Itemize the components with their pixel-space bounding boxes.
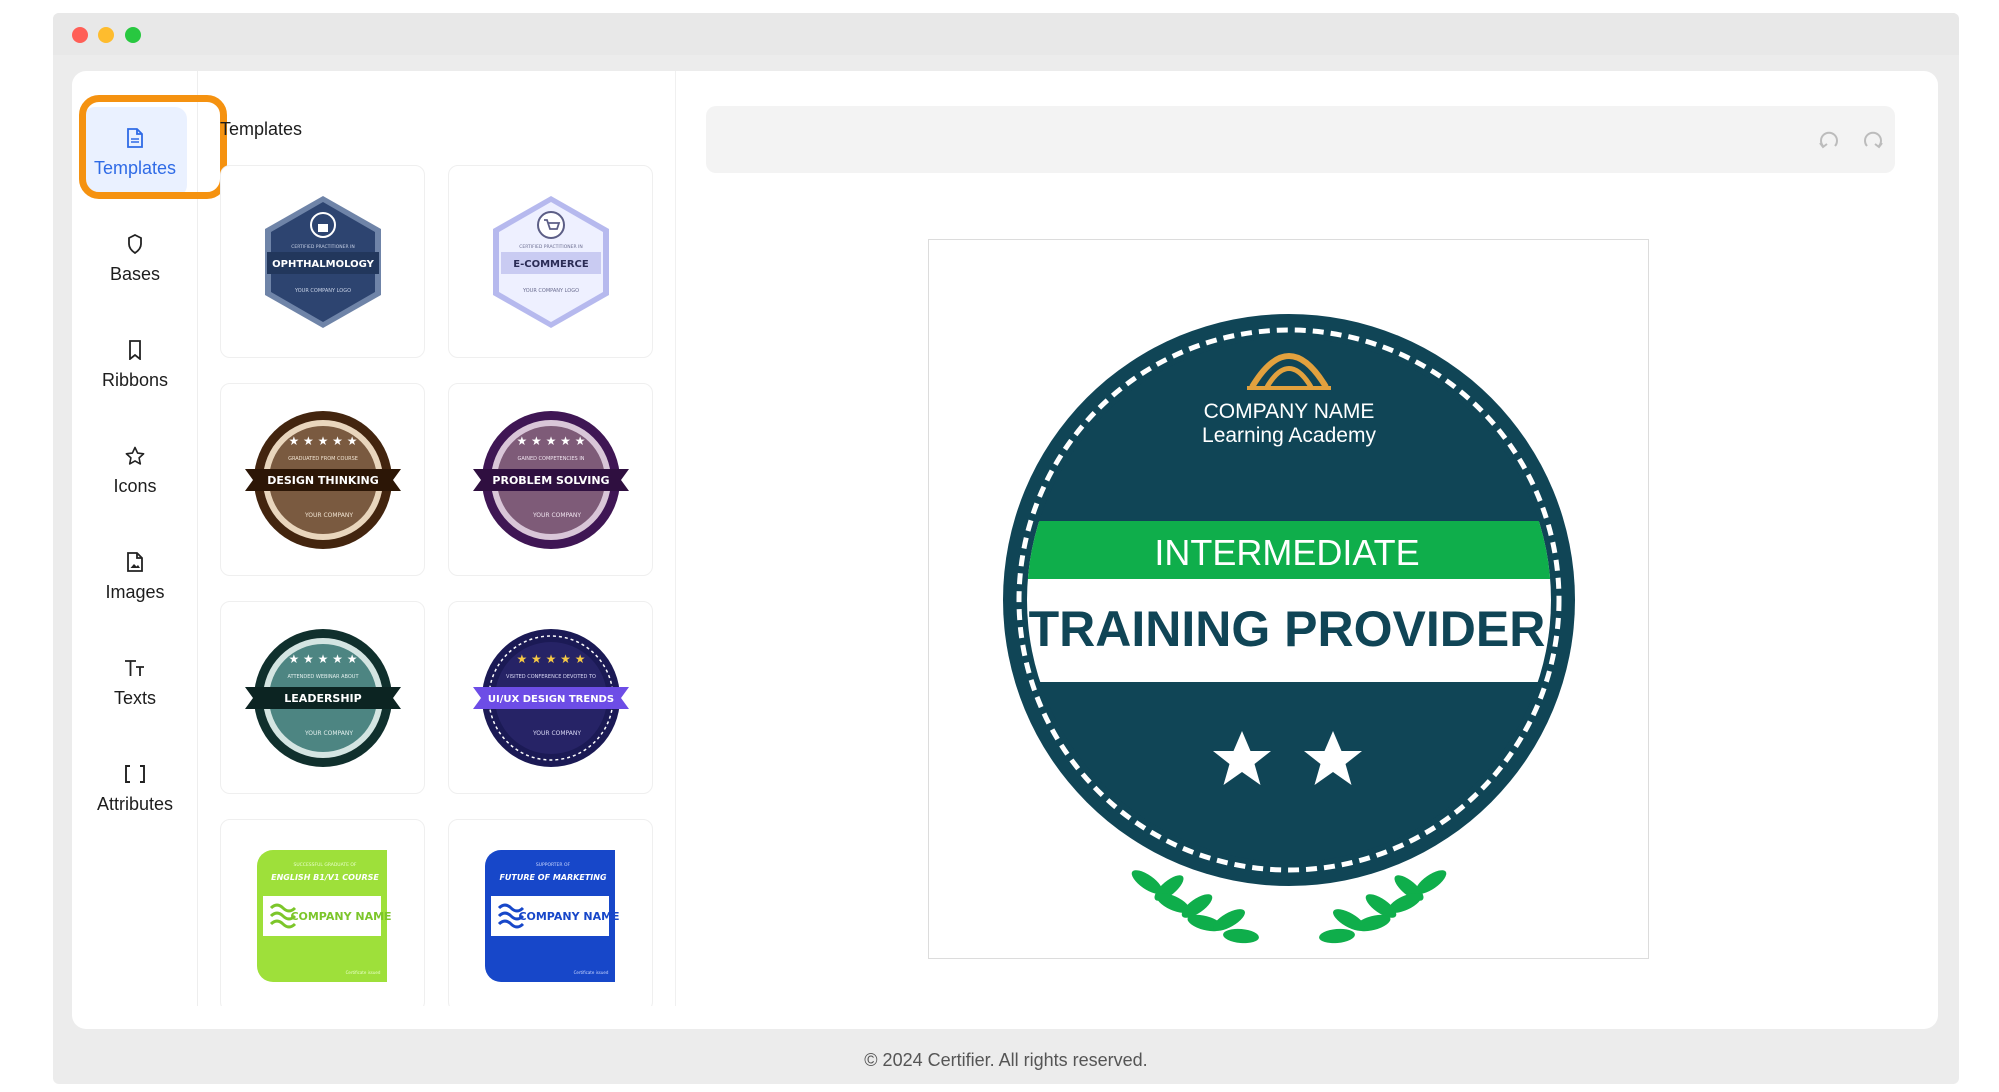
svg-text:YOUR COMPANY: YOUR COMPANY — [531, 512, 580, 519]
sidebar-item-label: Images — [105, 581, 165, 602]
template-card-uiux-design-trends[interactable]: ★ ★ ★ ★ ★ VISITED CONFERENCE DEVOTED TO … — [448, 601, 653, 794]
footer-copyright: © 2024 Certifier. All rights reserved. — [864, 1050, 1148, 1070]
badge-thumbnail: SUPPORTER OF FUTURE OF MARKETING COMPANY… — [484, 849, 619, 982]
undo-icon — [1819, 131, 1838, 149]
svg-text:★ ★ ★ ★ ★: ★ ★ ★ ★ ★ — [288, 652, 357, 666]
svg-text:DESIGN THINKING: DESIGN THINKING — [267, 474, 379, 487]
svg-text:SUPPORTER OF: SUPPORTER OF — [535, 862, 570, 868]
svg-text:★ ★ ★ ★ ★: ★ ★ ★ ★ ★ — [516, 434, 585, 448]
badge-company[interactable]: COMPANY NAME — [1204, 400, 1375, 423]
badge-thumbnail: ★ ★ ★ ★ ★ GRADUATED FROM COURSE DESIGN T… — [244, 410, 401, 549]
badge-thumbnail: CERTIFIED PRACTITIONER IN OPHTHALMOLOGY … — [264, 195, 381, 328]
sidebar-item-label: Icons — [113, 475, 157, 496]
svg-text:UI/UX DESIGN TRENDS: UI/UX DESIGN TRENDS — [487, 694, 613, 705]
svg-text:Certificate issued: Certificate issued — [573, 970, 608, 975]
sidebar-item-label: Attributes — [96, 793, 174, 814]
sidebar-item-bases[interactable]: Bases — [83, 213, 187, 303]
sidebar-item-label: Texts — [113, 687, 156, 708]
template-card-ophthalmology[interactable]: CERTIFIED PRACTITIONER IN OPHTHALMOLOGY … — [220, 165, 425, 358]
bookmark-icon — [123, 338, 147, 362]
text-icon — [123, 656, 147, 680]
sidebar-item-icons[interactable]: Icons — [83, 425, 187, 515]
close-window-button[interactable] — [72, 27, 88, 43]
badge-thumbnail: ★ ★ ★ ★ ★ GAINED COMPETENCIES IN PROBLEM… — [472, 410, 629, 549]
svg-text:VISITED CONFERENCE DEVOTED TO: VISITED CONFERENCE DEVOTED TO — [506, 674, 596, 680]
badge-thumbnail: SUCCESSFUL GRADUATE OF ENGLISH B1/V1 COU… — [256, 849, 391, 982]
sidebar-item-texts[interactable]: Texts — [83, 637, 187, 727]
canvas-area: COMPANY NAME Learning Academy INTERMEDIA… — [676, 71, 1938, 1029]
svg-text:SUCCESSFUL GRADUATE OF: SUCCESSFUL GRADUATE OF — [293, 862, 356, 868]
star-icon — [123, 444, 147, 468]
sidebar-item-label: Templates — [93, 157, 177, 178]
template-card-leadership[interactable]: ★ ★ ★ ★ ★ ATTENDED WEBINAR ABOUT LEADERS… — [220, 601, 425, 794]
badge-academy[interactable]: Learning Academy — [1202, 424, 1376, 447]
template-card-ecommerce[interactable]: CERTIFIED PRACTITIONER IN E-COMMERCE YOU… — [448, 165, 653, 358]
svg-text:CERTIFIED PRACTITIONER IN: CERTIFIED PRACTITIONER IN — [519, 244, 582, 250]
svg-text:E-COMMERCE: E-COMMERCE — [513, 259, 589, 270]
svg-text:CERTIFIED PRACTITIONER IN: CERTIFIED PRACTITIONER IN — [291, 244, 354, 250]
svg-text:GRADUATED FROM COURSE: GRADUATED FROM COURSE — [288, 456, 358, 462]
svg-text:GAINED COMPETENCIES IN: GAINED COMPETENCIES IN — [517, 456, 584, 462]
svg-text:YOUR COMPANY: YOUR COMPANY — [303, 730, 352, 737]
panel-title: Templates — [220, 119, 303, 139]
template-card-problem-solving[interactable]: ★ ★ ★ ★ ★ GAINED COMPETENCIES IN PROBLEM… — [448, 383, 653, 576]
svg-text:LEADERSHIP: LEADERSHIP — [284, 692, 361, 705]
svg-text:ATTENDED WEBINAR ABOUT: ATTENDED WEBINAR ABOUT — [287, 674, 359, 680]
svg-text:YOUR COMPANY LOGO: YOUR COMPANY LOGO — [293, 288, 350, 294]
badge-title[interactable]: TRAINING PROVIDER — [1029, 601, 1546, 657]
svg-text:ENGLISH B1/V1 COURSE: ENGLISH B1/V1 COURSE — [271, 873, 379, 882]
sidebar-item-templates[interactable]: Templates — [79, 95, 227, 199]
badge-thumbnail: ★ ★ ★ ★ ★ ATTENDED WEBINAR ABOUT LEADERS… — [244, 628, 401, 767]
redo-icon — [1864, 131, 1883, 149]
sidebar-item-ribbons[interactable]: Ribbons — [83, 319, 187, 409]
undo-button[interactable] — [1817, 128, 1841, 152]
sidebar-item-images[interactable]: Images — [83, 531, 187, 621]
editor-toolbar — [706, 106, 1895, 173]
file-icon — [123, 126, 147, 150]
svg-text:★ ★ ★ ★ ★: ★ ★ ★ ★ ★ — [288, 434, 357, 448]
svg-text:COMPANY NAME: COMPANY NAME — [290, 910, 391, 923]
sidebar-nav: Templates Bases Ribbons Icons Images Tex… — [72, 71, 227, 1006]
minimize-window-button[interactable] — [98, 27, 114, 43]
app-window: Templates Bases Ribbons Icons Images Tex… — [53, 13, 1959, 1084]
sidebar-item-attributes[interactable]: Attributes — [83, 743, 187, 833]
brackets-icon — [123, 762, 147, 786]
badge-design[interactable]: COMPANY NAME Learning Academy INTERMEDIA… — [929, 240, 1648, 958]
svg-text:PROBLEM SOLVING: PROBLEM SOLVING — [492, 474, 609, 487]
sidebar-item-label: Bases — [109, 263, 161, 284]
svg-text:Certificate issued: Certificate issued — [345, 970, 380, 975]
badge-level[interactable]: INTERMEDIATE — [1154, 532, 1419, 573]
title-bar — [53, 13, 1959, 55]
badge-artboard[interactable]: COMPANY NAME Learning Academy INTERMEDIA… — [928, 239, 1649, 959]
templates-panel: Templates CERTIFIED PRACTITIONER IN OPHT… — [198, 71, 676, 1006]
template-card-design-thinking[interactable]: ★ ★ ★ ★ ★ GRADUATED FROM COURSE DESIGN T… — [220, 383, 425, 576]
badge-thumbnail: CERTIFIED PRACTITIONER IN E-COMMERCE YOU… — [492, 195, 609, 328]
template-card-future-of-marketing[interactable]: SUPPORTER OF FUTURE OF MARKETING COMPANY… — [448, 819, 653, 1006]
svg-text:YOUR COMPANY LOGO: YOUR COMPANY LOGO — [521, 288, 578, 294]
shield-icon — [123, 232, 147, 256]
image-file-icon — [123, 550, 147, 574]
maximize-window-button[interactable] — [125, 27, 141, 43]
svg-text:YOUR COMPANY: YOUR COMPANY — [531, 730, 580, 737]
badge-thumbnail: ★ ★ ★ ★ ★ VISITED CONFERENCE DEVOTED TO … — [472, 628, 629, 767]
sidebar-item-label: Ribbons — [101, 369, 169, 390]
svg-text:FUTURE OF MARKETING: FUTURE OF MARKETING — [499, 873, 606, 882]
redo-button[interactable] — [1861, 128, 1885, 152]
template-card-english-course[interactable]: SUCCESSFUL GRADUATE OF ENGLISH B1/V1 COU… — [220, 819, 425, 1006]
svg-text:★ ★ ★ ★ ★: ★ ★ ★ ★ ★ — [516, 652, 585, 666]
editor-app: Templates Bases Ribbons Icons Images Tex… — [72, 71, 1938, 1029]
svg-text:COMPANY NAME: COMPANY NAME — [518, 910, 619, 923]
svg-text:OPHTHALMOLOGY: OPHTHALMOLOGY — [272, 259, 374, 270]
svg-text:YOUR COMPANY: YOUR COMPANY — [303, 512, 352, 519]
